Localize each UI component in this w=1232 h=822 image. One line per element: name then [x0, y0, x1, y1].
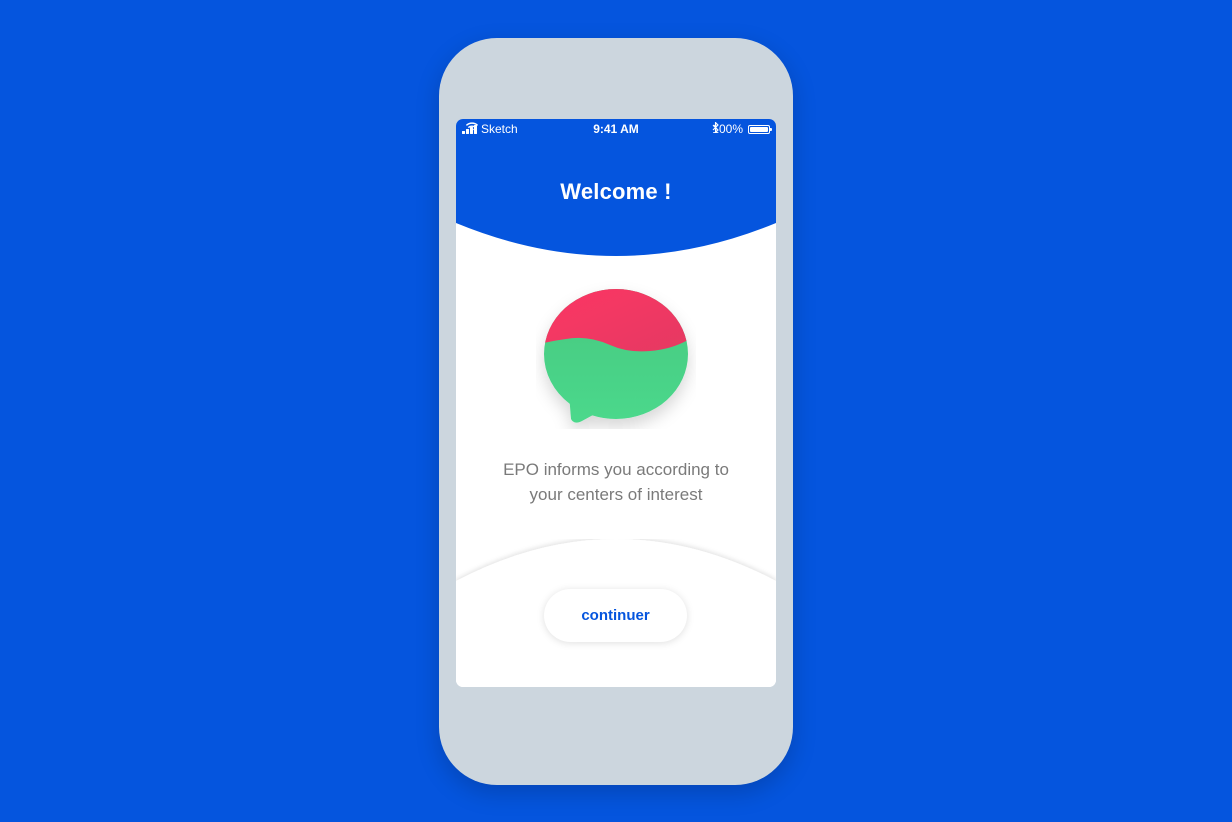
description-line-2: your centers of interest	[529, 485, 703, 504]
chat-bubble-logo-icon	[544, 289, 688, 423]
phone-frame: Sketch 9:41 AM 100% Welcome ! EPO inform…	[439, 38, 793, 785]
battery-icon	[748, 124, 772, 134]
bluetooth-icon	[712, 122, 720, 133]
description-line-1: EPO informs you according to	[503, 460, 729, 479]
status-bar-right: 100%	[712, 122, 772, 136]
page-title: Welcome !	[560, 179, 672, 204]
app-screen: Sketch 9:41 AM 100% Welcome ! EPO inform…	[456, 119, 776, 687]
continue-button[interactable]: continuer	[544, 589, 687, 642]
status-bar: Sketch 9:41 AM 100%	[456, 119, 776, 139]
header: Sketch 9:41 AM 100% Welcome !	[456, 119, 776, 259]
background: Sketch 9:41 AM 100% Welcome ! EPO inform…	[0, 0, 1232, 822]
description: EPO informs you according to your center…	[476, 457, 756, 507]
